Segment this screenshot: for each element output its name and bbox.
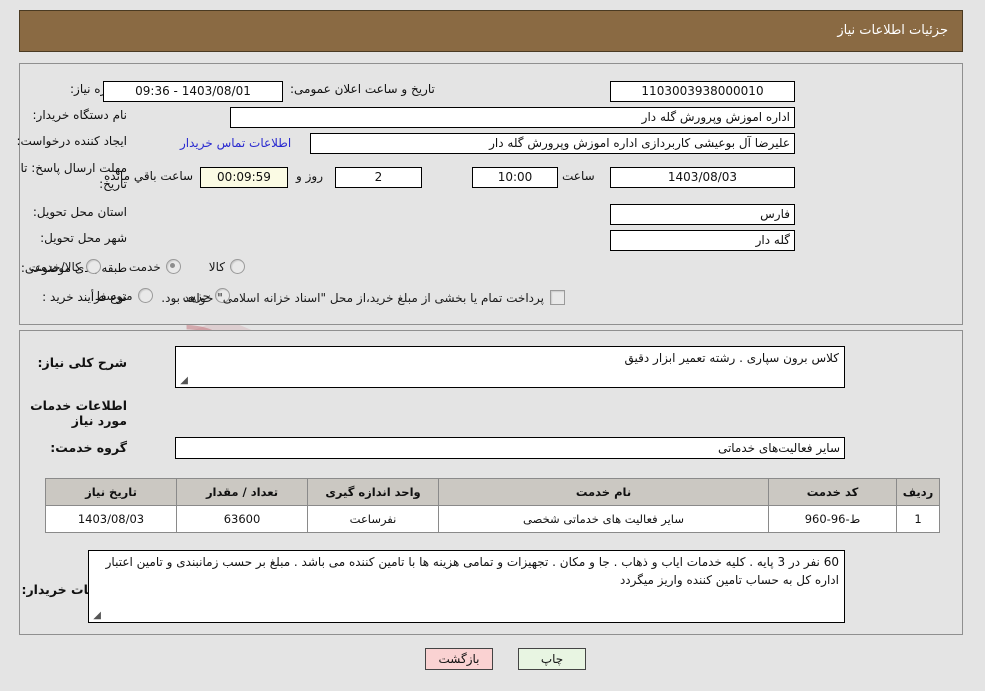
service-group-value: سایر فعالیت‌های خدماتی: [175, 437, 845, 459]
treasury-note-text: پرداخت تمام یا بخشی از مبلغ خرید،از محل …: [161, 290, 544, 305]
need-info-panel: [19, 63, 963, 325]
col-unit: واحد اندازه گیری: [307, 478, 439, 506]
description-label: شرح کلی نیاز:: [37, 355, 127, 370]
buyer-notes-textarea[interactable]: 60 نفر در 3 پایه . کلیه خدمات ایاب و ذها…: [88, 550, 845, 623]
category-option-khedmat[interactable]: خدمت: [129, 259, 181, 274]
announce-label-row: تاریخ و ساعت اعلان عمومی:: [290, 82, 435, 96]
services-section-heading: اطلاعات خدمات مورد نیاز: [30, 398, 127, 428]
city-label: شهر محل تحویل:: [40, 231, 127, 245]
print-button[interactable]: چاپ: [518, 648, 586, 670]
checkbox-icon[interactable]: [550, 290, 565, 305]
radio-icon[interactable]: [137, 288, 153, 303]
description-value: کلاس برون سپاری . رشته تعمیر ابزار دقیق: [624, 351, 839, 365]
table-header-row: ردیف کد خدمت نام خدمت واحد اندازه گیری ت…: [45, 478, 940, 506]
province-label-row: استان محل تحویل:: [33, 205, 127, 219]
services-table: ردیف کد خدمت نام خدمت واحد اندازه گیری ت…: [45, 478, 940, 533]
cell-unit: نفرساعت: [307, 505, 439, 533]
category-option-kala[interactable]: کالا: [209, 259, 245, 274]
tender-detail-page: ⤵ AriaTender.net جزئیات اطلاعات نیاز شما…: [0, 0, 985, 691]
need-number-value: 1103003938000010: [610, 81, 795, 102]
radio-icon[interactable]: [85, 259, 101, 274]
deadline-time-value: 10:00: [472, 167, 558, 188]
creator-value: علیرضا آل بوعیشی کاربردازی اداره اموزش و…: [310, 133, 795, 154]
col-service-code: کد خدمت: [768, 478, 897, 506]
process-option-label: متوسط: [94, 288, 133, 303]
col-need-date: تاریخ نیاز: [45, 478, 177, 506]
table-row: 1 ط-96-960 سایر فعالیت های خدماتی شخصی ن…: [45, 505, 940, 533]
page-title: جزئیات اطلاعات نیاز: [837, 23, 948, 38]
city-label-row: شهر محل تحویل:: [40, 231, 127, 245]
deadline-hour-label: ساعت: [562, 169, 595, 183]
cell-service-name: سایر فعالیت های خدماتی شخصی: [438, 505, 769, 533]
page-header: جزئیات اطلاعات نیاز: [19, 10, 963, 52]
category-option-kala-khedmat[interactable]: کالا/خدمت: [29, 259, 101, 274]
buyer-notes-value: 60 نفر در 3 پایه . کلیه خدمات ایاب و ذها…: [105, 555, 839, 587]
remaining-days-value: 2: [335, 167, 422, 188]
radio-icon[interactable]: [230, 259, 245, 274]
back-button[interactable]: بازگشت: [425, 648, 493, 670]
category-radio-group[interactable]: کالا خدمت کالا/خدمت: [29, 259, 245, 274]
creator-label-row: ایجاد کننده درخواست:: [16, 134, 127, 148]
countdown-label: ساعت باقي مانده: [104, 169, 194, 183]
announce-date-value: 1403/08/01 - 09:36: [103, 81, 283, 102]
category-option-label: کالا: [208, 259, 225, 274]
cell-service-code: ط-96-960: [768, 505, 897, 533]
cell-need-date: 1403/08/03: [45, 505, 177, 533]
city-value: گله دار: [610, 230, 795, 251]
col-quantity: تعداد / مقدار: [176, 478, 308, 506]
buyer-org-value: اداره اموزش وپرورش گله دار: [230, 107, 795, 128]
countdown-timer-value: 00:09:59: [200, 167, 288, 188]
province-value: فارس: [610, 204, 795, 225]
cell-row-no: 1: [896, 505, 940, 533]
col-service-name: نام خدمت: [438, 478, 769, 506]
buyer-org-label-row: نام دستگاه خریدار:: [33, 108, 128, 122]
resize-grip-icon[interactable]: ◢: [178, 376, 188, 386]
col-row-no: ردیف: [896, 478, 940, 506]
buyer-contact-link[interactable]: اطلاعات تماس خریدار: [180, 136, 291, 150]
process-option-motevaset[interactable]: متوسط: [95, 288, 153, 303]
category-option-label: خدمت: [128, 259, 161, 274]
category-option-label: کالا/خدمت: [28, 259, 81, 274]
treasury-note-row[interactable]: پرداخت تمام یا بخشی از مبلغ خرید،از محل …: [161, 290, 565, 305]
announce-date-label: تاریخ و ساعت اعلان عمومی:: [290, 82, 435, 96]
deadline-date-value: 1403/08/03: [610, 167, 795, 188]
resize-grip-icon[interactable]: ◢: [91, 611, 101, 621]
description-textarea[interactable]: کلاس برون سپاری . رشته تعمیر ابزار دقیق …: [175, 346, 845, 388]
service-group-label: گروه خدمت:: [50, 440, 127, 455]
cell-quantity: 63600: [176, 505, 308, 533]
creator-label: ایجاد کننده درخواست:: [16, 134, 127, 148]
province-label: استان محل تحویل:: [32, 205, 127, 219]
remaining-days-label: روز و: [296, 169, 323, 183]
radio-icon[interactable]: [165, 259, 181, 274]
buyer-org-label: نام دستگاه خریدار:: [32, 108, 128, 122]
